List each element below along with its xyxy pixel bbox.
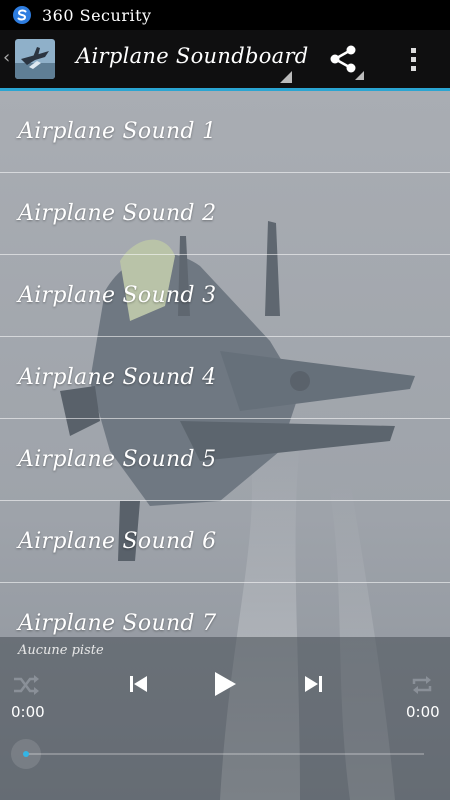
track-label: Aucune piste bbox=[18, 643, 104, 658]
security-shield-icon bbox=[13, 6, 31, 24]
airplane-thumbnail-icon bbox=[15, 39, 55, 79]
sound-label: Airplane Sound 2 bbox=[18, 201, 217, 226]
duration-time: 0:00 bbox=[406, 703, 440, 721]
sound-label: Airplane Sound 6 bbox=[18, 529, 217, 554]
audio-player: Aucune piste 0:00 0:00 bbox=[0, 637, 450, 800]
list-item[interactable]: Airplane Sound 5 bbox=[0, 419, 450, 501]
list-item[interactable]: Airplane Sound 4 bbox=[0, 337, 450, 419]
list-item[interactable]: Airplane Sound 7 bbox=[0, 583, 450, 637]
back-chevron-icon[interactable]: ‹ bbox=[3, 47, 10, 68]
list-item[interactable]: Airplane Sound 3 bbox=[0, 255, 450, 337]
sound-list: Airplane Sound 1 Airplane Sound 2 Airpla… bbox=[0, 91, 450, 637]
main-content: Airplane Sound 1 Airplane Sound 2 Airpla… bbox=[0, 91, 450, 800]
status-app-name: 360 Security bbox=[42, 5, 152, 25]
page-title: Airplane Soundboard bbox=[76, 44, 309, 68]
repeat-icon[interactable] bbox=[409, 672, 435, 698]
elapsed-time: 0:00 bbox=[11, 703, 45, 721]
list-item[interactable]: Airplane Sound 2 bbox=[0, 173, 450, 255]
previous-track-icon[interactable] bbox=[128, 673, 150, 695]
seek-thumb[interactable] bbox=[23, 751, 29, 757]
list-item[interactable]: Airplane Sound 6 bbox=[0, 501, 450, 583]
play-icon[interactable] bbox=[212, 670, 238, 698]
status-bar: 360 Security bbox=[0, 0, 450, 30]
list-item[interactable]: Airplane Sound 1 bbox=[0, 91, 450, 173]
app-logo[interactable] bbox=[15, 39, 55, 79]
share-dropdown-indicator-icon bbox=[355, 71, 364, 80]
seek-bar[interactable] bbox=[24, 753, 424, 755]
sound-label: Airplane Sound 4 bbox=[18, 365, 217, 390]
overflow-menu-icon[interactable] bbox=[402, 42, 426, 76]
sound-label: Airplane Sound 3 bbox=[18, 283, 217, 308]
sound-label: Airplane Sound 5 bbox=[18, 447, 217, 472]
next-track-icon[interactable] bbox=[302, 673, 324, 695]
action-bar: ‹ Airplane Soundboard bbox=[0, 30, 450, 91]
title-dropdown-indicator-icon[interactable] bbox=[280, 71, 292, 83]
sound-label: Airplane Sound 7 bbox=[18, 611, 217, 636]
sound-label: Airplane Sound 1 bbox=[18, 119, 217, 144]
shuffle-icon[interactable] bbox=[12, 673, 40, 697]
